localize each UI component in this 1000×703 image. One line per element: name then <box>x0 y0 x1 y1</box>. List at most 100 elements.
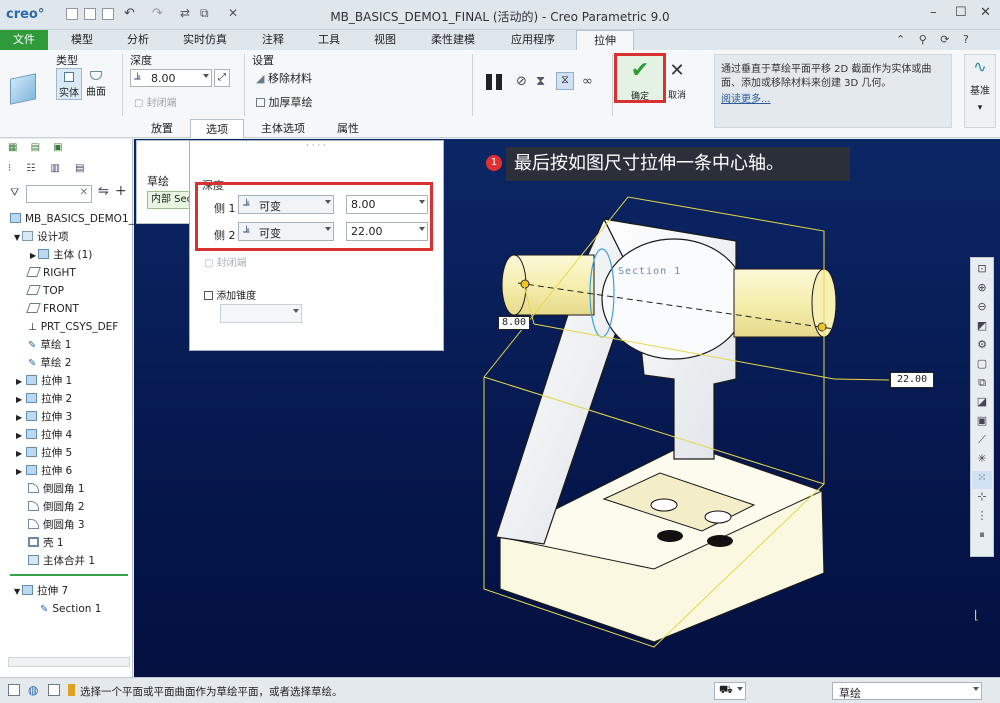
solid-button[interactable]: 实体 <box>56 68 82 100</box>
add-taper-checkbox[interactable] <box>204 291 213 300</box>
no-preview-icon[interactable]: ⊘ <box>516 74 527 89</box>
glasses-preview-icon[interactable]: ∞ <box>582 74 593 89</box>
dimension-side2[interactable]: 22.00 <box>890 372 935 388</box>
tree-item-extrude5[interactable]: ▶ 拉伸 5 <box>16 444 149 462</box>
plane-display-icon[interactable]: ⟋ <box>972 433 992 451</box>
help-icons[interactable]: ⌃ ⚲ ⟳ ? <box>896 33 974 46</box>
preview-icon[interactable]: ⧗ <box>536 74 545 89</box>
tab-view[interactable]: 视图 <box>360 30 410 50</box>
selection-mode-icon[interactable]: ⛟ <box>714 682 746 700</box>
verify-icon[interactable]: ⧖ <box>556 72 574 90</box>
closed-end-option[interactable]: ▢ 封闭端 <box>204 254 247 269</box>
tab-body-options[interactable]: 主体选项 <box>248 119 318 138</box>
surface-button[interactable]: 曲面 <box>83 68 109 100</box>
tree-root[interactable]: MB_BASICS_DEMO1_ <box>10 210 143 228</box>
ok-button[interactable]: ✔ 确定 <box>614 53 666 103</box>
expand-arrow-icon[interactable]: ▶ <box>16 467 22 476</box>
remove-material-label: 移除材料 <box>267 72 312 85</box>
perspective-icon[interactable]: ◪ <box>972 395 992 413</box>
axis-display-icon[interactable]: ✳ <box>972 452 992 470</box>
taper-angle-field[interactable] <box>220 304 302 323</box>
tree-item-label: 拉伸 4 <box>41 429 73 441</box>
close-icon[interactable]: ✕ <box>980 5 991 20</box>
add-taper-option[interactable]: 添加锥度 <box>204 287 256 302</box>
drag-handle[interactable] <box>817 322 827 332</box>
zoom-in-icon[interactable]: ⊕ <box>972 281 992 299</box>
tab-file[interactable]: 文件 <box>0 30 48 50</box>
thicken-sketch-checkbox[interactable] <box>256 98 265 107</box>
tab-model[interactable]: 模型 <box>56 30 108 50</box>
divider <box>122 54 123 116</box>
tab-live-simulation[interactable]: 实时仿真 <box>172 30 238 50</box>
expand-arrow-icon[interactable]: ▶ <box>30 251 36 260</box>
expand-arrow-icon[interactable]: ▶ <box>16 431 22 440</box>
add-icon[interactable]: + <box>115 183 127 199</box>
expand-arrow-icon[interactable]: ▶ <box>16 395 22 404</box>
thicken-sketch-toggle[interactable]: 加厚草绘 <box>256 94 313 110</box>
zoom-out-icon[interactable]: ⊖ <box>972 300 992 318</box>
flip-direction-icon[interactable]: ⤢ <box>214 69 230 87</box>
tree-search-input[interactable]: ✕ <box>26 185 92 203</box>
annotation-display-icon[interactable]: ▣ <box>972 414 992 432</box>
expand-arrow-icon[interactable]: ▶ <box>16 377 22 386</box>
view-manager-icon[interactable]: ⧉ <box>972 376 992 394</box>
window-toggle-icon[interactable] <box>48 684 60 696</box>
grip-icon: · · · · <box>306 141 327 151</box>
point-display-icon[interactable]: ⁙ <box>972 471 992 489</box>
closed-end-option[interactable]: ▢ 封闭端 <box>134 94 177 109</box>
tree-item-extrude4[interactable]: ▶ 拉伸 4 <box>16 426 149 444</box>
refit-icon[interactable]: ⊡ <box>972 262 992 280</box>
maximize-icon[interactable]: ☐ <box>955 5 967 20</box>
tree-scrollbar[interactable] <box>8 657 130 667</box>
cancel-button[interactable]: ✕ 取消 <box>666 56 688 102</box>
spin-center-icon[interactable]: ⋮ <box>972 509 992 527</box>
tab-options[interactable]: 选项 <box>190 119 244 138</box>
tree-item-label: 倒圆角 3 <box>43 519 85 531</box>
clear-icon[interactable]: ✕ <box>80 187 88 198</box>
tab-properties[interactable]: 属性 <box>320 119 376 138</box>
tab-analysis[interactable]: 分析 <box>112 30 164 50</box>
selection-filter[interactable]: 草绘 <box>832 682 982 700</box>
read-more-link[interactable]: 阅读更多... <box>721 93 945 107</box>
tab-placement[interactable]: 放置 <box>136 119 188 138</box>
collapse-arrow-icon[interactable]: ▼ <box>14 587 20 596</box>
tree-item-extrude2[interactable]: ▶ 拉伸 2 <box>16 390 149 408</box>
hole <box>704 510 732 524</box>
collapse-arrow-icon[interactable]: ▼ <box>14 233 20 242</box>
expand-arrow-icon[interactable]: ▶ <box>16 449 22 458</box>
repaint-icon[interactable]: ◩ <box>972 319 992 337</box>
minimize-icon[interactable]: – <box>930 5 937 20</box>
tree-item-extrude1[interactable]: ▶ 拉伸 1 <box>16 372 149 390</box>
drag-handle[interactable] <box>520 279 530 289</box>
remove-material-icon: ◢ <box>256 72 265 85</box>
blind-depth-icon: ⫡ <box>134 71 141 82</box>
pause-display-icon[interactable]: ⏸ <box>972 528 992 546</box>
saved-views-icon[interactable]: ▢ <box>972 357 992 375</box>
solid-label: 实体 <box>59 88 79 99</box>
tree-item-design-items[interactable]: ▼ 设计项 <box>14 228 147 246</box>
corner-arrow: ⌊ <box>974 608 979 622</box>
pause-icon[interactable] <box>486 74 492 90</box>
tab-tools[interactable]: 工具 <box>304 30 354 50</box>
display-style-icon[interactable]: ⚙ <box>972 338 992 356</box>
insert-indicator[interactable] <box>10 574 128 576</box>
datum-button[interactable]: ∿ 基准 ▾ <box>964 54 996 128</box>
tab-extrude[interactable]: 拉伸 <box>576 30 634 50</box>
tree-item-extrude3[interactable]: ▶ 拉伸 3 <box>16 408 149 426</box>
depth-field[interactable]: ⫡ 8.00 <box>130 69 212 87</box>
status-icon[interactable] <box>8 684 20 696</box>
expand-arrow-icon[interactable]: ▶ <box>16 413 22 422</box>
tab-flexible-modeling[interactable]: 柔性建模 <box>420 30 486 50</box>
tree-filter-icons[interactable]: ⁝ ☷ ▥ ▤ <box>8 163 91 174</box>
tree-item-extrude7[interactable]: ▼ 拉伸 7 <box>14 582 147 600</box>
globe-icon[interactable]: ◍ <box>28 683 38 697</box>
sketch-collector[interactable]: 内部 Sec <box>147 191 191 209</box>
tree-toolbar-icons[interactable]: ▦ ▤ ▣ <box>8 142 68 153</box>
remove-material-toggle[interactable]: ◢ 移除材料 <box>256 70 312 86</box>
dimension-side1[interactable]: 8.00 <box>498 316 531 330</box>
tree-item-extrude6[interactable]: ▶ 拉伸 6 <box>16 462 149 480</box>
expand-all-icon[interactable]: ⇋ <box>98 184 109 199</box>
tab-annotate[interactable]: 注释 <box>248 30 298 50</box>
tab-applications[interactable]: 应用程序 <box>500 30 566 50</box>
csys-display-icon[interactable]: ⊹ <box>972 490 992 508</box>
